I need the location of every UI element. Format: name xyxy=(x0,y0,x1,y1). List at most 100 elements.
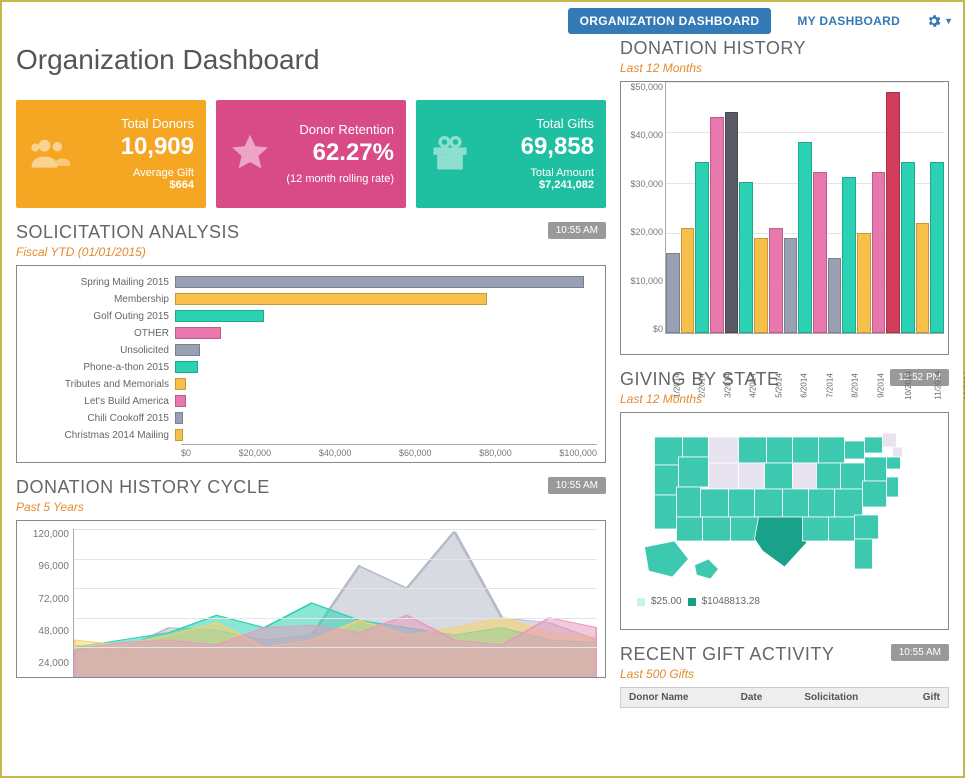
card-label: Total Gifts xyxy=(482,116,594,131)
axis-tick: 6/2014 xyxy=(800,373,809,397)
vbar[interactable] xyxy=(666,253,680,333)
hbar-row[interactable]: Tributes and Memorials xyxy=(25,376,597,392)
hbar-row[interactable]: Spring Mailing 2015 xyxy=(25,274,597,290)
card-sub-label: (12 month rolling rate) xyxy=(282,173,394,185)
axis-tick: $40,000 xyxy=(319,448,352,458)
vbar[interactable] xyxy=(769,228,783,333)
legend-high: $1048813.28 xyxy=(702,596,760,607)
vbar[interactable] xyxy=(872,172,886,333)
gift-icon xyxy=(428,131,472,175)
us-map[interactable]: $25.00 $1048813.28 xyxy=(620,412,949,630)
hbar-row[interactable]: Unsolicited xyxy=(25,342,597,358)
hbar-row[interactable]: OTHER xyxy=(25,325,597,341)
panel-solicitation-analysis: SOLICITATION ANALYSIS Fiscal YTD (01/01/… xyxy=(16,222,606,463)
time-badge: 10:55 AM xyxy=(548,222,606,239)
card-value: 69,858 xyxy=(482,133,594,161)
map-legend: $25.00 $1048813.28 xyxy=(627,594,942,609)
hbar-row[interactable]: Phone-a-thon 2015 xyxy=(25,359,597,375)
axis-tick: $20,000 xyxy=(239,448,272,458)
card-sub-value: $7,241,082 xyxy=(482,179,594,191)
axis-tick: $10,000 xyxy=(621,276,663,286)
axis-tick: $0 xyxy=(181,448,191,458)
users-icon xyxy=(28,131,72,175)
axis-tick: $100,000 xyxy=(559,448,597,458)
star-icon xyxy=(228,131,272,175)
settings-gear-button[interactable]: ▼ xyxy=(926,13,953,29)
col-donor-name[interactable]: Donor Name xyxy=(621,688,733,707)
vbar[interactable] xyxy=(930,162,944,333)
top-tabs: ORGANIZATION DASHBOARD MY DASHBOARD ▼ xyxy=(2,2,963,38)
card-value: 62.27% xyxy=(282,139,394,167)
card-total-gifts[interactable]: Total Gifts 69,858 Total Amount $7,241,0… xyxy=(416,100,606,208)
time-badge: 10:55 AM xyxy=(891,644,949,661)
hbar-label: Phone-a-thon 2015 xyxy=(25,362,175,373)
axis-tick: $20,000 xyxy=(621,227,663,237)
hbar-row[interactable]: Membership xyxy=(25,291,597,307)
hbar-label: Spring Mailing 2015 xyxy=(25,277,175,288)
card-label: Donor Retention xyxy=(282,122,394,137)
col-gift[interactable]: Gift xyxy=(908,688,948,707)
vbar[interactable] xyxy=(842,177,856,333)
axis-tick: 120,000 xyxy=(23,529,69,540)
hbar-row[interactable]: Let's Build America xyxy=(25,393,597,409)
card-total-donors[interactable]: Total Donors 10,909 Average Gift $664 xyxy=(16,100,206,208)
axis-tick: 7/2014 xyxy=(826,373,835,397)
hbar-row[interactable]: Golf Outing 2015 xyxy=(25,308,597,324)
vbar[interactable] xyxy=(901,162,915,333)
tab-organization-dashboard[interactable]: ORGANIZATION DASHBOARD xyxy=(568,8,772,34)
hbar-label: Let's Build America xyxy=(25,396,175,407)
axis-tick: $30,000 xyxy=(621,179,663,189)
vbar[interactable] xyxy=(739,182,753,333)
panel-title: RECENT GIFT ACTIVITY xyxy=(620,644,834,665)
col-solicitation[interactable]: Solicitation xyxy=(796,688,908,707)
chevron-down-icon: ▼ xyxy=(944,16,953,26)
tab-my-dashboard[interactable]: MY DASHBOARD xyxy=(785,8,912,34)
vbar[interactable] xyxy=(813,172,827,333)
donation-history-chart[interactable]: $50,000$40,000$30,000$20,000$10,000$0 1/… xyxy=(620,81,949,355)
map-icon xyxy=(627,419,942,589)
time-badge: 10:55 AM xyxy=(548,477,606,494)
axis-tick: $60,000 xyxy=(399,448,432,458)
summary-cards: Total Donors 10,909 Average Gift $664 Do… xyxy=(16,100,606,208)
vbar[interactable] xyxy=(754,238,768,333)
panel-subtitle: Past 5 Years xyxy=(16,500,270,514)
cycle-chart[interactable]: 120,00096,00072,00048,00024,000 xyxy=(16,520,606,678)
axis-tick: $80,000 xyxy=(479,448,512,458)
panel-giving-by-state: GIVING BY STATE Last 12 Months 12:52 PM xyxy=(620,369,949,630)
card-label: Total Donors xyxy=(82,116,194,131)
hbar-row[interactable]: Christmas 2014 Mailing xyxy=(25,427,597,443)
vbar[interactable] xyxy=(681,228,695,333)
axis-tick: 3/2014 xyxy=(724,373,733,397)
vbar[interactable] xyxy=(784,238,798,333)
panel-subtitle: Fiscal YTD (01/01/2015) xyxy=(16,245,240,259)
vbar[interactable] xyxy=(725,112,739,333)
hbar-label: Christmas 2014 Mailing xyxy=(25,430,175,441)
hbar-row[interactable]: Chili Cookoff 2015 xyxy=(25,410,597,426)
panel-subtitle: Last 12 Months xyxy=(620,61,806,75)
col-date[interactable]: Date xyxy=(733,688,797,707)
axis-tick: 48,000 xyxy=(23,626,69,637)
panel-subtitle: Last 500 Gifts xyxy=(620,667,834,681)
vbar[interactable] xyxy=(710,117,724,333)
card-donor-retention[interactable]: Donor Retention 62.27% (12 month rolling… xyxy=(216,100,406,208)
vbar[interactable] xyxy=(886,92,900,333)
panel-donation-history: DONATION HISTORY Last 12 Months $50,000$… xyxy=(620,38,949,355)
vbar[interactable] xyxy=(828,258,842,333)
panel-donation-history-cycle: DONATION HISTORY CYCLE Past 5 Years 10:5… xyxy=(16,477,606,678)
axis-tick: 11/2014 xyxy=(934,371,943,399)
axis-tick: 1/2014 xyxy=(673,373,682,397)
solicitation-chart[interactable]: Spring Mailing 2015 Membership Golf Outi… xyxy=(16,265,606,463)
card-sub-value: $664 xyxy=(82,179,194,191)
card-value: 10,909 xyxy=(82,133,194,161)
hbar-label: OTHER xyxy=(25,328,175,339)
card-sub-label: Total Amount xyxy=(482,167,594,179)
vbar[interactable] xyxy=(798,142,812,333)
hbar-label: Tributes and Memorials xyxy=(25,379,175,390)
vbar[interactable] xyxy=(916,223,930,333)
axis-tick: 4/2014 xyxy=(749,373,758,397)
axis-tick: $0 xyxy=(621,324,663,334)
vbar[interactable] xyxy=(695,162,709,333)
axis-tick: 5/2014 xyxy=(775,373,784,397)
panel-title: DONATION HISTORY xyxy=(620,38,806,59)
vbar[interactable] xyxy=(857,233,871,333)
